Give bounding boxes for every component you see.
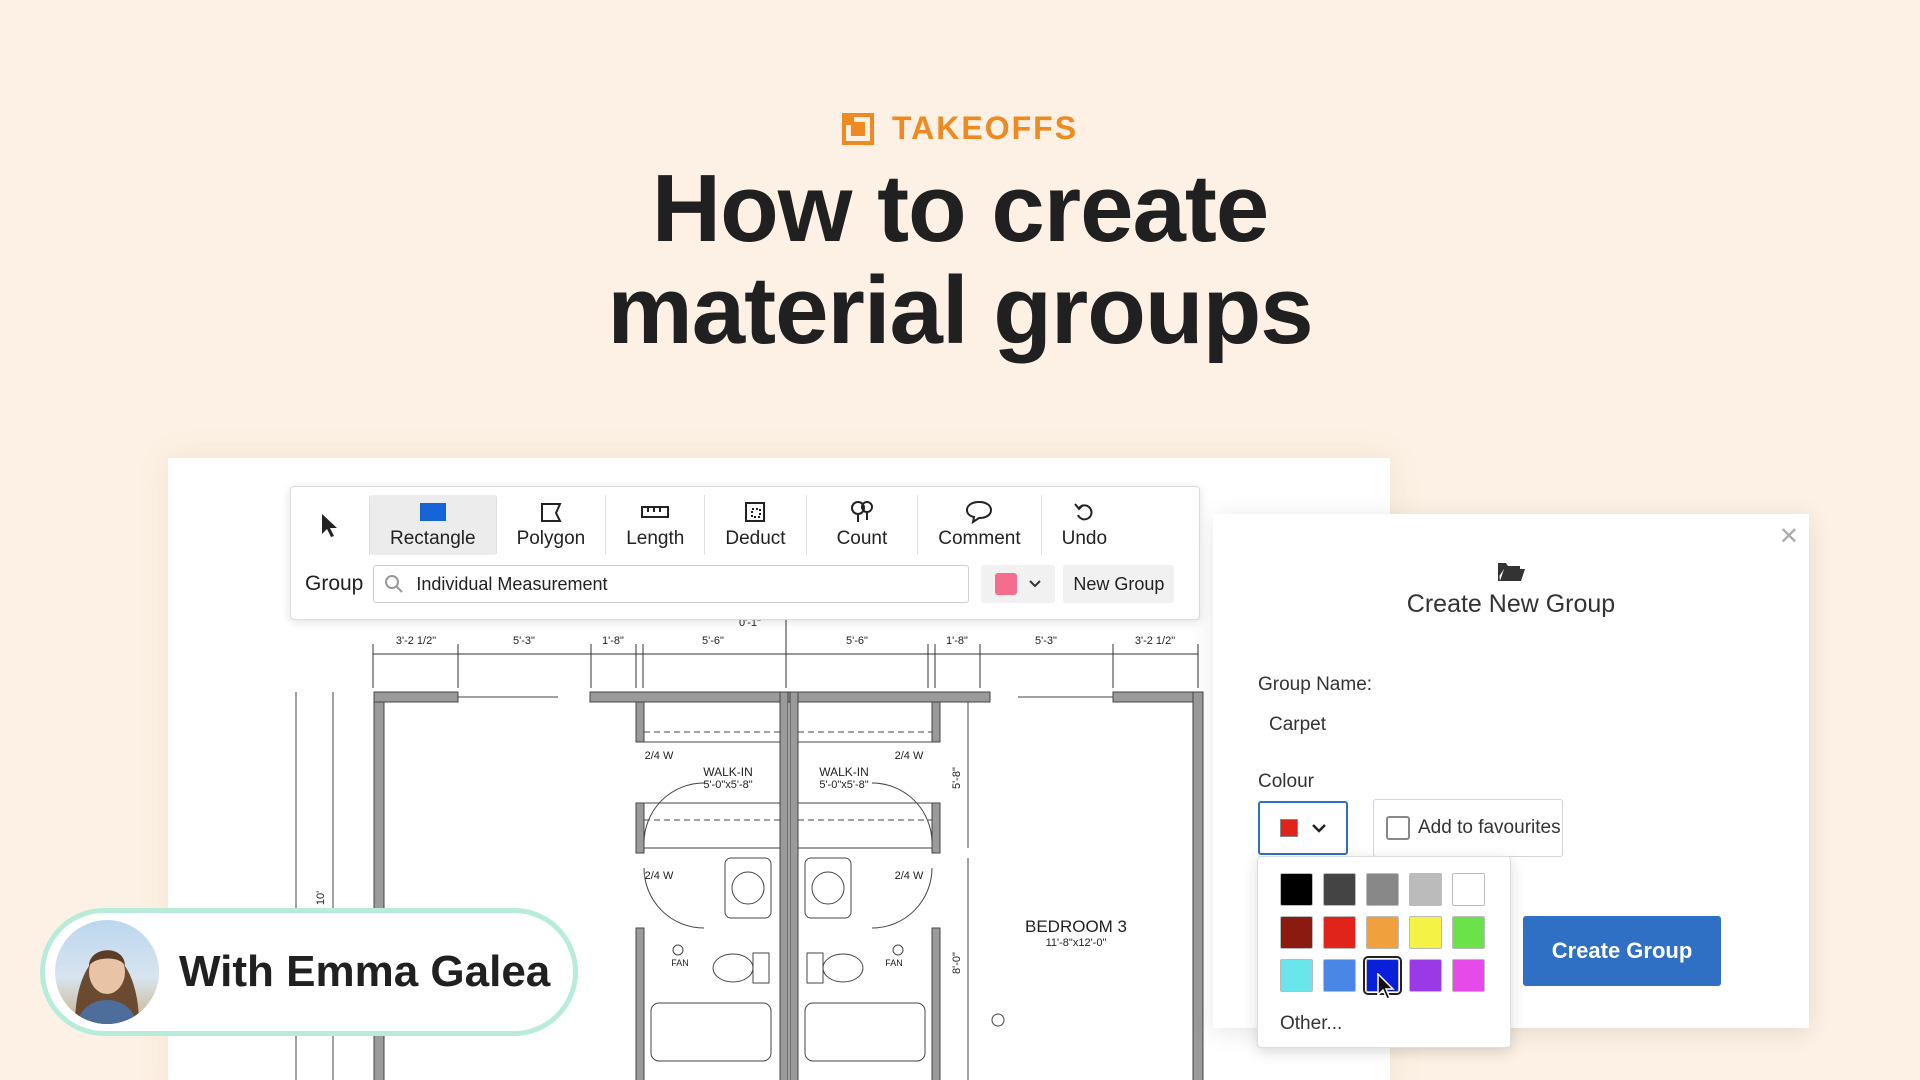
fan-label: FAN xyxy=(885,958,903,968)
dim-label: 5'-3" xyxy=(1035,635,1057,647)
rectangle-tool-button[interactable]: Rectangle xyxy=(370,495,497,555)
colour-swatch-option[interactable] xyxy=(1280,959,1313,992)
deduct-icon xyxy=(744,500,766,524)
tool-label: Length xyxy=(626,528,685,549)
presenter-badge: With Emma Galea xyxy=(40,908,578,1036)
group-name-label: Group Name: xyxy=(1258,674,1373,695)
category-label: TAKEOFFS xyxy=(891,110,1079,146)
walkin-size: 5'-0"x5'-8" xyxy=(703,779,752,791)
search-icon xyxy=(385,575,404,593)
walkin-label: WALK-IN xyxy=(703,765,753,779)
dialog-title: Create New Group xyxy=(1406,590,1616,618)
vert-dim-label: 10' xyxy=(315,891,327,905)
group-search-input[interactable]: Individual Measurement xyxy=(373,565,970,603)
create-group-button[interactable]: Create Group xyxy=(1523,916,1721,986)
dim-label: 5'-6" xyxy=(846,635,868,647)
undo-icon xyxy=(1073,500,1095,524)
colour-palette-popup: Other... xyxy=(1257,856,1511,1048)
takeoff-toolbar: Rectangle Polygon Length Deduct Count Co… xyxy=(290,486,1200,620)
tool-label: Rectangle xyxy=(390,528,476,549)
colour-swatch-option[interactable] xyxy=(1366,873,1399,906)
colour-swatch-option[interactable] xyxy=(1366,916,1399,949)
door-label: 2/4 W xyxy=(645,870,674,882)
tool-label: Deduct xyxy=(725,528,786,549)
dim-label: 5'-6" xyxy=(702,635,724,647)
favourites-label: Add to favourites xyxy=(1418,817,1561,838)
door-label: 2/4 W xyxy=(645,750,674,762)
colour-swatch-option[interactable] xyxy=(1409,916,1442,949)
count-pin-icon xyxy=(849,500,875,524)
colour-label: Colour xyxy=(1258,771,1314,792)
door-label: 2/4 W xyxy=(895,870,924,882)
other-colour-option[interactable]: Other... xyxy=(1280,1013,1342,1035)
title-line-2: material groups xyxy=(607,257,1313,364)
close-icon[interactable]: ✕ xyxy=(1779,522,1799,551)
dim-label: 3'-2 1/2" xyxy=(396,635,436,647)
comment-tool-button[interactable]: Comment xyxy=(918,495,1042,555)
dim-label: 1'-8" xyxy=(602,635,624,647)
undo-button[interactable]: Undo xyxy=(1042,495,1127,555)
deduct-tool-button[interactable]: Deduct xyxy=(705,495,807,555)
colour-swatch-option[interactable] xyxy=(1280,916,1313,949)
colour-swatch-option[interactable] xyxy=(1323,873,1356,906)
length-tool-button[interactable]: Length xyxy=(606,495,706,555)
tool-label: Count xyxy=(836,528,888,549)
avatar xyxy=(55,920,159,1024)
room-name: BEDROOM 3 xyxy=(1025,917,1127,936)
dim-label: 1'-8" xyxy=(946,635,968,647)
selected-colour-swatch xyxy=(1280,819,1298,837)
rectangle-icon xyxy=(419,500,447,524)
door-label: 2/4 W xyxy=(895,750,924,762)
walkin-size: 5'-0"x5'-8" xyxy=(819,779,868,791)
select-tool-button[interactable] xyxy=(291,495,370,555)
colour-swatch-option[interactable] xyxy=(1409,959,1442,992)
vert-dim-label: 8'-0" xyxy=(951,952,963,974)
colour-swatch-option[interactable] xyxy=(1280,873,1313,906)
polygon-icon xyxy=(539,500,563,524)
cursor-arrow-icon xyxy=(319,513,341,537)
chevron-down-icon xyxy=(1029,580,1042,588)
new-group-button[interactable]: New Group xyxy=(1063,565,1175,603)
colour-swatch-option[interactable] xyxy=(1323,916,1356,949)
checkbox[interactable] xyxy=(1386,816,1410,840)
count-tool-button[interactable]: Count xyxy=(807,495,919,555)
walkin-label: WALK-IN xyxy=(819,765,869,779)
polygon-tool-button[interactable]: Polygon xyxy=(497,495,607,555)
dim-label: 5'-3" xyxy=(513,635,535,647)
colour-swatch-option[interactable] xyxy=(1323,959,1356,992)
page-title: How to create material groups xyxy=(0,158,1920,362)
colour-dropdown[interactable] xyxy=(1258,801,1348,855)
fan-label: FAN xyxy=(671,958,689,968)
category-header: TAKEOFFS xyxy=(0,110,1920,150)
colour-swatch-option[interactable] xyxy=(1452,959,1485,992)
title-line-1: How to create xyxy=(651,155,1269,262)
mouse-pointer-icon xyxy=(1377,973,1395,1000)
speech-bubble-icon xyxy=(965,500,993,524)
takeoffs-logo-icon xyxy=(841,112,874,145)
colour-swatch-option[interactable] xyxy=(1452,916,1485,949)
colour-swatch xyxy=(995,573,1018,595)
group-label: Group xyxy=(305,572,364,595)
chevron-down-icon xyxy=(1312,823,1326,833)
colour-swatch-option[interactable] xyxy=(1452,873,1485,906)
add-to-favourites-checkbox[interactable]: Add to favourites xyxy=(1373,799,1563,857)
room-size: 11'-8"x12'-0" xyxy=(1046,937,1107,949)
group-input-value: Individual Measurement xyxy=(416,573,608,594)
folder-open-icon xyxy=(1498,563,1525,581)
group-name-field[interactable]: Carpet xyxy=(1269,714,1326,736)
tool-label: Polygon xyxy=(516,528,586,549)
presenter-name: With Emma Galea xyxy=(179,947,551,996)
ruler-icon xyxy=(641,500,670,524)
tool-label: Undo xyxy=(1061,528,1108,549)
group-colour-select[interactable] xyxy=(981,565,1056,603)
tool-label: Comment xyxy=(938,528,1021,549)
dim-label: 3'-2 1/2" xyxy=(1135,635,1175,647)
colour-swatch-option[interactable] xyxy=(1409,873,1442,906)
vert-dim-label: 5'-8" xyxy=(951,767,963,789)
